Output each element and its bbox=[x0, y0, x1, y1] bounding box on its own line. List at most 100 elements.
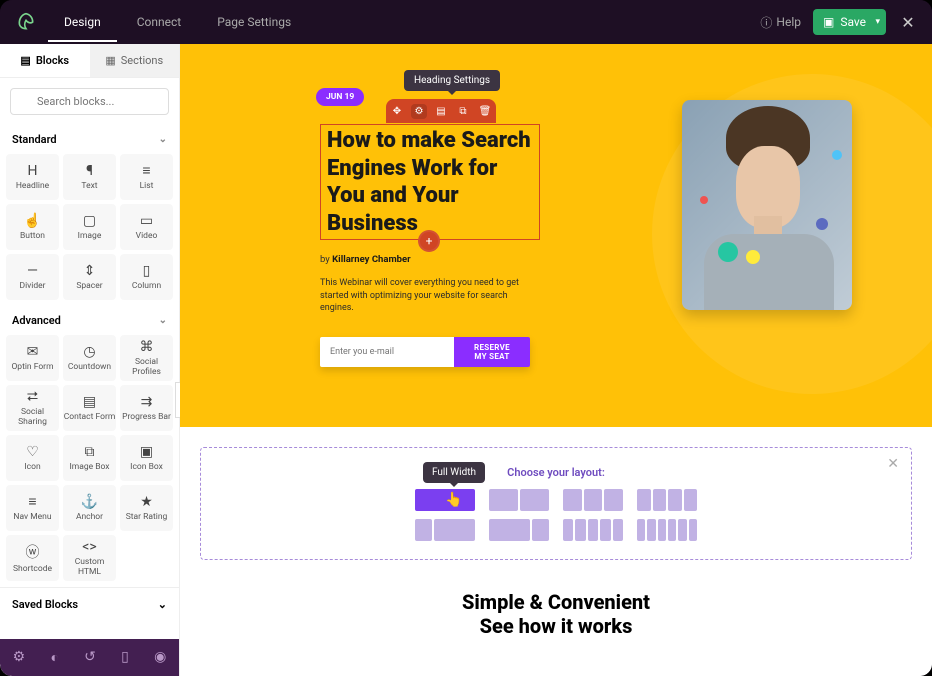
simple-convenient-heading[interactable]: Simple & Convenient See how it works bbox=[200, 590, 912, 638]
block-item-custom-html[interactable]: <>Custom HTML bbox=[63, 535, 116, 581]
nav-tab-page-settings[interactable]: Page Settings bbox=[201, 2, 307, 42]
block-item-star-rating[interactable]: ★Star Rating bbox=[120, 485, 173, 531]
settings-icon[interactable]: ⚙ bbox=[13, 649, 26, 665]
block-item-image[interactable]: ▢ Image bbox=[63, 204, 116, 250]
layout-option-4col[interactable] bbox=[637, 489, 697, 511]
image-box-icon: ⧉ bbox=[85, 444, 95, 460]
block-label: Progress Bar bbox=[122, 413, 171, 422]
help-button[interactable]: ⓘ Help bbox=[748, 14, 813, 31]
layers-icon[interactable]: ▤ bbox=[433, 106, 449, 117]
sidebar-tab-blocks-label: Blocks bbox=[36, 54, 69, 67]
block-item-icon[interactable]: ♡Icon bbox=[6, 435, 59, 481]
block-item-list[interactable]: ≡List bbox=[120, 154, 173, 200]
save-button[interactable]: ▣ Save bbox=[813, 9, 886, 35]
progress-bar-icon: ⇉ bbox=[141, 394, 153, 410]
block-label: Icon Box bbox=[130, 463, 163, 472]
nav-tab-design[interactable]: Design bbox=[48, 2, 117, 42]
block-item-optin-form[interactable]: ✉ Optin Form bbox=[6, 335, 59, 381]
hero-description[interactable]: This Webinar will cover everything you n… bbox=[320, 277, 540, 315]
block-item-anchor[interactable]: ⚓Anchor bbox=[63, 485, 116, 531]
spacer-icon: ⇕ bbox=[84, 263, 96, 279]
search-input[interactable] bbox=[10, 88, 169, 115]
social-sharing-icon: ⮂ bbox=[27, 389, 38, 405]
layout-option-full[interactable] bbox=[415, 489, 475, 511]
sidebar-tab-blocks[interactable]: ▤ Blocks bbox=[0, 44, 90, 77]
device-icon[interactable]: ▯ bbox=[121, 649, 129, 665]
block-item-image-box[interactable]: ⧉ Image Box bbox=[63, 435, 116, 481]
heading-text: How to make Search Engines Work for You … bbox=[327, 127, 533, 237]
layout-option-5col[interactable] bbox=[563, 519, 623, 541]
email-input[interactable] bbox=[320, 337, 454, 367]
icon-box-icon: ▣ bbox=[140, 444, 153, 460]
byline[interactable]: by Killarney Chamber bbox=[320, 254, 642, 265]
block-item-progress-bar[interactable]: ⇉ Progress Bar bbox=[120, 385, 173, 431]
block-item-contact-form[interactable]: ▤Contact Form bbox=[63, 385, 116, 431]
block-item-social-sharing[interactable]: ⮂Social Sharing bbox=[6, 385, 59, 431]
block-label: Countdown bbox=[68, 363, 111, 372]
block-label: Headline bbox=[16, 182, 49, 191]
block-item-divider[interactable]: —Divider bbox=[6, 254, 59, 300]
layout-option-sidebar-left[interactable] bbox=[415, 519, 475, 541]
layout-option-sidebar-right[interactable] bbox=[489, 519, 549, 541]
help-label: Help bbox=[776, 15, 801, 29]
block-label: Image bbox=[78, 232, 102, 241]
saved-blocks-header[interactable]: Saved Blocks ⌄ bbox=[0, 587, 179, 621]
block-item-video[interactable]: ▭Video bbox=[120, 204, 173, 250]
block-label: Image Box bbox=[69, 463, 109, 472]
canvas: JUN 19 Heading Settings ✥ ⚙ ▤ ⧉ 🗑 How to… bbox=[180, 44, 932, 676]
layout-option-3col[interactable] bbox=[563, 489, 623, 511]
nav-tab-connect[interactable]: Connect bbox=[121, 2, 197, 42]
hero-photo[interactable] bbox=[682, 100, 852, 310]
block-item-headline[interactable]: H Headline bbox=[6, 154, 59, 200]
sidebar-bottom-toolbar: ⚙ ◐ ↺ ▯ ◉ bbox=[0, 639, 179, 676]
blocks-grid-advanced: ✉ Optin Form ◷Countdown⌘Social Profiles ⮂So… bbox=[0, 335, 179, 587]
add-element-button[interactable]: + bbox=[418, 230, 440, 252]
move-icon[interactable]: ✥ bbox=[389, 106, 405, 117]
block-item-countdown[interactable]: ◷Countdown bbox=[63, 335, 116, 381]
button-icon: ☝ bbox=[24, 213, 41, 229]
section-title-advanced: Advanced bbox=[12, 314, 61, 327]
block-label: Optin Form bbox=[11, 363, 53, 372]
section-header-advanced[interactable]: Advanced ⌄ bbox=[0, 306, 179, 335]
block-item-shortcode[interactable]: ⓦShortcode bbox=[6, 535, 59, 581]
settings-icon[interactable]: ⚙ bbox=[411, 104, 427, 119]
byline-author: Killarney Chamber bbox=[332, 254, 411, 265]
block-item-spacer[interactable]: ⇕Spacer bbox=[63, 254, 116, 300]
block-item-button[interactable]: ☝Button bbox=[6, 204, 59, 250]
block-label: Contact Form bbox=[64, 413, 116, 422]
duplicate-icon[interactable]: ⧉ bbox=[455, 106, 471, 117]
reserve-seat-button[interactable]: RESERVE MY SEAT bbox=[454, 337, 530, 367]
chevron-down-icon: ⌄ bbox=[159, 134, 167, 145]
block-item-text[interactable]: ¶Text bbox=[63, 154, 116, 200]
sc-line1: Simple & Convenient bbox=[462, 590, 650, 614]
image-icon: ▢ bbox=[83, 213, 96, 229]
chevron-down-icon: ⌄ bbox=[159, 315, 167, 326]
column-icon: ▯ bbox=[143, 263, 151, 279]
history-icon[interactable]: ↺ bbox=[84, 649, 96, 665]
block-label: Divider bbox=[19, 282, 45, 291]
app-logo-icon[interactable] bbox=[12, 8, 40, 36]
fullwidth-tooltip: Full Width bbox=[423, 462, 485, 483]
block-item-social-profiles[interactable]: ⌘Social Profiles bbox=[120, 335, 173, 381]
sidebar-tab-sections[interactable]: ▦ Sections bbox=[90, 44, 180, 77]
layout-option-6col[interactable] bbox=[637, 519, 697, 541]
block-label: List bbox=[140, 182, 154, 191]
video-icon: ▭ bbox=[140, 213, 153, 229]
optin-form-icon: ✉ bbox=[27, 344, 39, 360]
block-item-icon-box[interactable]: ▣ Icon Box bbox=[120, 435, 173, 481]
byline-prefix: by bbox=[320, 254, 332, 265]
custom-html-icon: <> bbox=[82, 539, 96, 555]
close-icon[interactable]: ✕ bbox=[887, 456, 899, 472]
hero-section: JUN 19 Heading Settings ✥ ⚙ ▤ ⧉ 🗑 How to… bbox=[180, 44, 932, 427]
saved-blocks-label: Saved Blocks bbox=[12, 598, 78, 611]
globe-icon[interactable]: ◐ bbox=[50, 649, 58, 666]
block-item-nav-menu[interactable]: ≡Nav Menu bbox=[6, 485, 59, 531]
heading-block[interactable]: How to make Search Engines Work for You … bbox=[320, 124, 540, 240]
preview-icon[interactable]: ◉ bbox=[154, 649, 166, 665]
section-header-standard[interactable]: Standard ⌄ bbox=[0, 125, 179, 154]
delete-icon[interactable]: 🗑 bbox=[477, 106, 493, 117]
headline-icon: H bbox=[28, 163, 38, 179]
close-button[interactable]: ✕ bbox=[896, 13, 920, 32]
block-item-column[interactable]: ▯Column bbox=[120, 254, 173, 300]
layout-option-2col[interactable] bbox=[489, 489, 549, 511]
